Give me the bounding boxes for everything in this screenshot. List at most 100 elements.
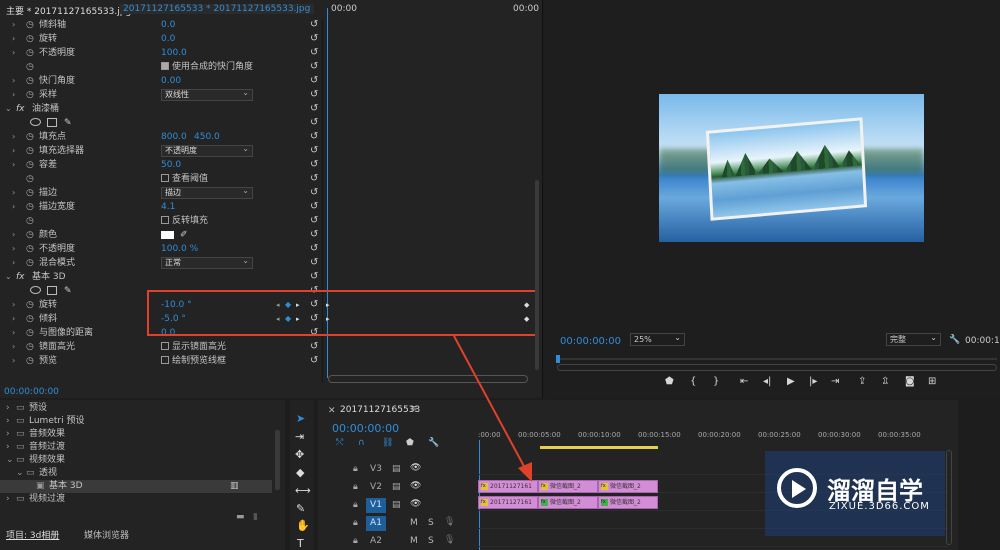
track-label[interactable]: A1	[366, 516, 386, 531]
time-ruler[interactable]: :00:00 00:00:05:00 00:00:10:00 00:00:15:00 0…	[478, 428, 958, 452]
reset-icon[interactable]: ↺	[310, 270, 318, 284]
marker-icon[interactable]: ⬟	[665, 376, 674, 387]
disclosure-icon[interactable]: ›	[12, 298, 15, 312]
reset-icon[interactable]: ↺	[310, 186, 318, 200]
mini-scroll[interactable]	[557, 364, 997, 371]
effect-row[interactable]: › ◷ 快门角度 0.00 ↺	[0, 74, 320, 88]
disclosure-icon[interactable]: ›	[12, 200, 15, 214]
property-dropdown[interactable]: 双线性	[161, 88, 253, 101]
property-value-2[interactable]: 450.0	[194, 130, 220, 144]
property-checkbox[interactable]: 绘制预览线框	[161, 354, 226, 368]
button-editor-icon[interactable]: ⊞	[928, 376, 936, 387]
step-forward-icon[interactable]: |▸	[809, 376, 817, 387]
effect-list-item[interactable]: › ▭ 预设	[0, 402, 272, 415]
fx-badge-icon[interactable]: fx	[16, 270, 25, 284]
camera-icon[interactable]: ◙	[905, 376, 915, 387]
disclosure-icon[interactable]: ›	[12, 340, 15, 354]
solo-label[interactable]: S	[428, 518, 434, 528]
reset-icon[interactable]: ↺	[310, 46, 318, 60]
reset-icon[interactable]: ↺	[310, 256, 318, 270]
hand-tool-icon[interactable]: ✋	[296, 519, 310, 532]
stopwatch-icon[interactable]: ◷	[26, 256, 34, 270]
effect-row[interactable]: ⌄ fx 基本 3D ↺	[0, 270, 320, 284]
ripple-edit-icon[interactable]: ✥	[295, 448, 304, 461]
reset-icon[interactable]: ↺	[310, 340, 318, 354]
disclosure-icon[interactable]: ›	[12, 158, 15, 172]
mark-out-icon[interactable]: }	[713, 376, 719, 387]
mute-label[interactable]: M	[410, 518, 418, 528]
stopwatch-icon[interactable]: ◷	[26, 326, 34, 340]
ellipse-mask-icon[interactable]	[30, 286, 41, 294]
eyedropper-icon[interactable]: ✐	[180, 228, 188, 242]
stopwatch-icon[interactable]: ◷	[26, 32, 34, 46]
reset-icon[interactable]: ↺	[310, 60, 318, 74]
property-value[interactable]: 800.0	[161, 130, 187, 144]
timeline-vscroll[interactable]	[946, 450, 952, 545]
disclosure-icon[interactable]: ›	[12, 186, 15, 200]
reset-icon[interactable]: ↺	[310, 214, 318, 228]
effect-row[interactable]: › ◷ 不透明度 100.0 % ↺	[0, 242, 320, 256]
chevron-right-icon[interactable]: ›	[6, 441, 10, 454]
type-tool-icon[interactable]: T	[297, 537, 304, 550]
fx-badge-icon[interactable]: fx	[16, 102, 25, 116]
checkbox-box[interactable]	[161, 216, 169, 224]
effect-row[interactable]: › ◷ 预览 绘制预览线框 ↺	[0, 354, 320, 368]
track-label[interactable]: A2	[366, 534, 386, 549]
nest-icon[interactable]: ⤲	[336, 438, 343, 448]
lift-icon[interactable]: ⇪	[858, 376, 866, 387]
mute-label[interactable]: M	[410, 536, 418, 546]
property-checkbox[interactable]: 反转填充	[161, 214, 208, 228]
reset-icon[interactable]: ↺	[310, 32, 318, 46]
track-header[interactable]: 🔒︎ A2 M S 🎙︎	[348, 534, 478, 550]
effect-row[interactable]: › ◷ 倾斜轴 0.0 ↺	[0, 18, 320, 32]
disclosure-icon[interactable]: ›	[12, 242, 15, 256]
effect-row[interactable]: › ◷ 不透明度 100.0 ↺	[0, 46, 320, 60]
pen-mask-icon[interactable]: ✎	[64, 116, 72, 130]
quality-select[interactable]: 完整 ⌄	[886, 333, 941, 346]
effect-row[interactable]: › ◷ 采样 双线性 ↺	[0, 88, 320, 102]
effect-row[interactable]: ⌄ fx 油漆桶 ↺	[0, 102, 320, 116]
track-label[interactable]: V1	[366, 498, 386, 513]
stopwatch-icon[interactable]: ◷	[26, 60, 34, 74]
effect-list-item[interactable]: › ▭ 音频效果	[0, 428, 272, 441]
property-dropdown[interactable]: 不透明度	[161, 144, 253, 157]
property-checkbox[interactable]: 查看阈值	[161, 172, 208, 186]
chevron-down-icon[interactable]: ⌄	[6, 454, 14, 467]
solo-label[interactable]: S	[428, 536, 434, 546]
ellipse-mask-icon[interactable]	[30, 118, 41, 126]
rect-mask-icon[interactable]	[47, 286, 57, 295]
pen-tool-icon[interactable]: ✎	[296, 502, 305, 515]
mark-in-icon[interactable]: {	[690, 376, 696, 387]
zoom-select[interactable]: 25% ⌄	[630, 333, 685, 346]
stopwatch-icon[interactable]: ◷	[26, 298, 34, 312]
close-icon[interactable]: ✕	[328, 406, 336, 416]
sync-lock-icon[interactable]: ▤	[392, 464, 401, 474]
lock-icon[interactable]: 🔒︎	[353, 500, 358, 510]
snap-icon[interactable]: ∩	[358, 438, 365, 448]
reset-icon[interactable]: ↺	[310, 228, 318, 242]
reset-icon[interactable]: ↺	[310, 116, 318, 130]
disclosure-icon[interactable]: ›	[12, 130, 15, 144]
work-area-bar[interactable]	[540, 446, 658, 449]
disclosure-icon[interactable]: ›	[12, 144, 15, 158]
disclosure-icon[interactable]: ›	[12, 326, 15, 340]
disclosure-icon[interactable]: ›	[12, 32, 15, 46]
reset-icon[interactable]: ↺	[310, 74, 318, 88]
monitor-scrubber[interactable]	[557, 358, 997, 360]
property-value[interactable]: 4.1	[161, 200, 175, 214]
effect-list-item[interactable]: ⌄ ▭ 视频效果	[0, 454, 272, 467]
effect-list-item[interactable]: › ▭ Lumetri 预设	[0, 415, 272, 428]
effect-row[interactable]: › ◷ 颜色 ✐ ↺	[0, 228, 320, 242]
property-value[interactable]: 0.0	[161, 18, 175, 32]
track-select-icon[interactable]: ⇥	[295, 430, 304, 443]
stopwatch-icon[interactable]: ◷	[26, 158, 34, 172]
selection-tool-icon[interactable]: ➤	[296, 412, 305, 425]
razor-icon[interactable]: ◆	[296, 466, 304, 479]
lock-icon[interactable]: 🔒︎	[353, 536, 358, 546]
stopwatch-icon[interactable]: ◷	[26, 340, 34, 354]
disclosure-icon[interactable]: ›	[12, 354, 15, 368]
stopwatch-icon[interactable]: ◷	[26, 214, 34, 228]
tab-media-browser[interactable]: 媒体浏览器	[84, 528, 129, 541]
effect-row[interactable]: › ◷ 旋转 0.0 ↺	[0, 32, 320, 46]
disclosure-icon[interactable]: ⌄	[5, 270, 12, 284]
